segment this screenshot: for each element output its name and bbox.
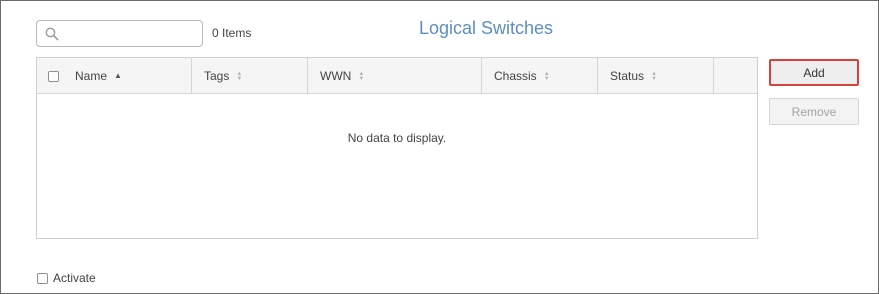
column-header-tags[interactable]: Tags ▲ ▼ (192, 58, 308, 94)
column-label: Chassis (494, 69, 537, 83)
search-icon (45, 27, 59, 41)
logical-switches-panel: 0 Items Logical Switches Name ▲ Tags ▲ ▼ … (0, 0, 879, 294)
column-label: Name (75, 69, 108, 83)
item-count: 0 Items (212, 26, 252, 40)
column-header-status[interactable]: Status ▲ ▼ (598, 58, 714, 94)
activate-checkbox[interactable] (37, 272, 48, 284)
logical-switches-table: Name ▲ Tags ▲ ▼ WWN ▲ ▼ Chassis ▲ ▼ Status … (36, 57, 758, 239)
column-header-wwn[interactable]: WWN ▲ ▼ (308, 58, 482, 94)
column-header-spacer (714, 58, 757, 94)
activate-option[interactable]: Activate (37, 271, 96, 285)
page-title: Logical Switches (418, 18, 554, 38)
search-box[interactable] (36, 20, 203, 47)
sort-icon: ▲ ▼ (358, 71, 365, 82)
column-header-name[interactable]: Name ▲ (69, 58, 192, 94)
column-header-chassis[interactable]: Chassis ▲ ▼ (482, 58, 598, 94)
select-all-checkbox[interactable] (47, 70, 59, 82)
column-label: Tags (204, 69, 230, 83)
table-header: Name ▲ Tags ▲ ▼ WWN ▲ ▼ Chassis ▲ ▼ Status … (37, 58, 757, 94)
select-all-cell (37, 58, 69, 94)
remove-button[interactable]: Remove (769, 98, 859, 125)
empty-table-message: No data to display. (347, 131, 447, 145)
add-button[interactable]: Add (769, 59, 859, 86)
search-input[interactable] (63, 23, 199, 44)
sort-icon: ▲ ▼ (236, 71, 243, 82)
column-label: Status (610, 69, 645, 83)
column-label: WWN (320, 69, 352, 83)
sort-icon: ▲ ▼ (651, 71, 657, 82)
sort-icon: ▲ ▼ (543, 71, 550, 82)
activate-label: Activate (53, 271, 96, 285)
sort-asc-icon: ▲ (114, 71, 122, 80)
